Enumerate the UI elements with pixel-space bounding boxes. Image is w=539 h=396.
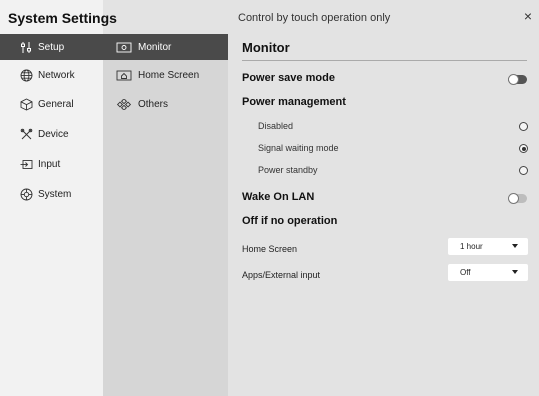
settings-window: System Settings Control by touch operati… [0, 0, 539, 396]
power-save-toggle[interactable] [508, 74, 527, 85]
chevron-down-icon [512, 270, 518, 274]
nav-item-general[interactable]: General [0, 91, 103, 117]
touch-only-notice: Control by touch operation only [238, 12, 391, 24]
close-button[interactable]: × [521, 9, 535, 23]
sub-item-others[interactable]: Others [103, 91, 228, 117]
toggle-knob [508, 74, 519, 85]
chevron-down-icon [512, 244, 518, 248]
home-screen-select[interactable]: 1 hour [448, 238, 528, 255]
option-signal-waiting-label: Signal waiting mode [258, 143, 339, 153]
apps-external-select[interactable]: Off [448, 264, 528, 281]
home-screen-label: Home Screen [242, 244, 298, 254]
radio-signal-waiting[interactable] [519, 144, 528, 153]
app-title: System Settings [8, 10, 117, 26]
off-if-no-operation-label: Off if no operation [242, 215, 338, 227]
power-save-label: Power save mode [242, 72, 335, 84]
option-power-standby-label: Power standby [258, 165, 318, 175]
wake-on-lan-label: Wake On LAN [242, 191, 315, 203]
home-screen-icon [116, 70, 132, 81]
input-icon [20, 158, 33, 171]
wake-on-lan-toggle[interactable] [508, 193, 527, 204]
nav-item-label: System [38, 188, 72, 200]
nav-item-label: Device [38, 128, 69, 140]
page-title: Monitor [242, 40, 290, 55]
others-icon [116, 98, 132, 110]
nav-item-label: General [38, 98, 74, 110]
sub-item-label: Others [138, 98, 169, 110]
toggle-knob [508, 193, 519, 204]
nav-item-device[interactable]: Device [0, 121, 103, 147]
sub-item-label: Home Screen [138, 69, 200, 81]
nav-item-network[interactable]: Network [0, 62, 103, 88]
sub-item-home-screen[interactable]: Home Screen [103, 62, 228, 88]
option-disabled-label: Disabled [258, 121, 294, 131]
sub-item-monitor[interactable]: Monitor [103, 34, 228, 60]
nav-item-system[interactable]: System [0, 181, 103, 207]
nav-item-label: Input [38, 158, 61, 170]
radio-disabled[interactable] [519, 122, 528, 131]
system-icon [20, 188, 33, 201]
title-divider [242, 60, 527, 61]
home-screen-value: 1 hour [460, 242, 483, 251]
power-management-label: Power management [242, 96, 346, 108]
nav-item-input[interactable]: Input [0, 151, 103, 177]
radio-power-standby[interactable] [519, 166, 528, 175]
monitor-icon [116, 42, 132, 53]
nav-item-setup[interactable]: Setup [0, 34, 103, 60]
nav-item-label: Network [38, 69, 75, 81]
apps-external-value: Off [460, 268, 471, 277]
sub-item-label: Monitor [138, 41, 172, 53]
nav-item-label: Setup [38, 41, 65, 53]
cube-icon [20, 97, 33, 111]
setup-icon [20, 41, 33, 54]
globe-icon [20, 69, 33, 82]
tools-icon [20, 128, 33, 141]
apps-external-label: Apps/External input [242, 270, 321, 280]
